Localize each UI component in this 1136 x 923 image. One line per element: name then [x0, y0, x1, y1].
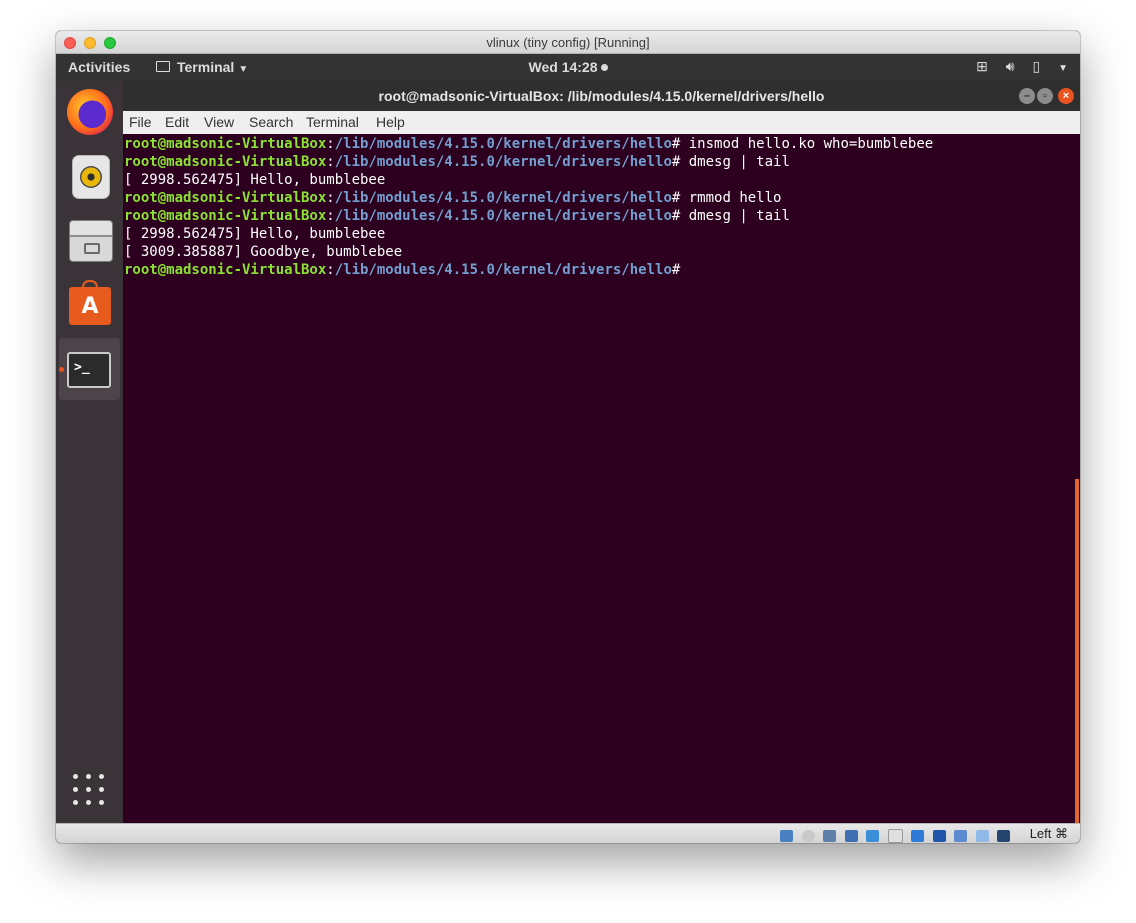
volume-icon: 🔊︎: [1005, 58, 1015, 74]
prompt-user: root@madsonic-VirtualBox: [124, 208, 327, 224]
files-icon: [69, 220, 113, 262]
prompt-user: root@madsonic-VirtualBox: [124, 190, 327, 206]
system-menu-caret-icon: ▼: [1058, 63, 1068, 74]
terminal-scrollbar[interactable]: [1075, 479, 1079, 823]
clock-button[interactable]: Wed 14:28: [56, 59, 1080, 75]
minimize-icon[interactable]: –: [1019, 88, 1035, 104]
running-indicator: [59, 367, 64, 372]
terminal-menubar: File Edit View Search Terminal Help: [123, 111, 1080, 134]
menu-file[interactable]: File: [129, 114, 152, 130]
firefox-icon: [67, 89, 113, 135]
host-window-title: vlinux (tiny config) [Running]: [486, 35, 650, 50]
show-applications-icon[interactable]: [73, 774, 105, 806]
prompt-line: root@madsonic-VirtualBox:/lib/modules/4.…: [124, 190, 782, 206]
terminal-titlebar[interactable]: root@madsonic-VirtualBox: /lib/modules/4…: [123, 81, 1080, 111]
terminal-title: root@madsonic-VirtualBox: /lib/modules/4…: [378, 88, 825, 104]
prompt-user: root@madsonic-VirtualBox: [124, 154, 327, 170]
shared-folders-icon[interactable]: [887, 828, 903, 843]
output-line: [ 2998.562475] Hello, bumblebee: [124, 172, 386, 188]
video-capture-icon[interactable]: [932, 829, 946, 842]
prompt-path: /lib/modules/4.15.0/kernel/drivers/hello: [334, 208, 672, 224]
mouse-integration-icon[interactable]: [975, 829, 989, 842]
audio-icon[interactable]: [823, 829, 837, 842]
dock-item-terminal[interactable]: [59, 338, 120, 400]
dock-item-ubuntu-software[interactable]: [59, 273, 120, 335]
output-line: [ 3009.385887] Goodbye, bumblebee: [124, 244, 403, 260]
clock-label: Wed 14:28: [528, 59, 598, 75]
hard-disk-icon[interactable]: [780, 829, 794, 842]
vbox-device-icons: [776, 827, 1010, 843]
network-icon: ⊞: [976, 58, 988, 74]
prompt-user: root@madsonic-VirtualBox: [124, 262, 327, 278]
dock: [56, 81, 123, 823]
notification-dot-icon: [600, 63, 608, 71]
system-tray[interactable]: ⊞ 🔊︎ ▯ ▼: [962, 58, 1068, 75]
virtualbox-window: vlinux (tiny config) [Running] Activitie…: [56, 31, 1080, 843]
prompt-path: /lib/modules/4.15.0/kernel/drivers/hello: [334, 136, 672, 152]
menu-terminal[interactable]: Terminal: [306, 114, 359, 130]
prompt-path: /lib/modules/4.15.0/kernel/drivers/hello: [334, 154, 672, 170]
keyboard-capture-icon[interactable]: [997, 829, 1010, 842]
command-text: dmesg | tail: [680, 208, 790, 224]
terminal-output[interactable]: root@madsonic-VirtualBox:/lib/modules/4.…: [123, 134, 1080, 823]
cpu-icon[interactable]: [954, 829, 968, 842]
vbox-status-bar: Left ⌘: [56, 823, 1080, 843]
usb-icon[interactable]: [866, 829, 880, 842]
close-icon[interactable]: ×: [1058, 88, 1074, 104]
prompt-user: root@madsonic-VirtualBox: [124, 136, 327, 152]
menu-edit[interactable]: Edit: [165, 114, 189, 130]
battery-icon: ▯: [1032, 58, 1041, 74]
ubuntu-top-panel: Activities Terminal ▼ Wed 14:28 ⊞ 🔊︎ ▯ ▼: [56, 54, 1080, 81]
command-text: insmod hello.ko who=bumblebee: [680, 136, 934, 152]
command-text: rmmod hello: [680, 190, 782, 206]
host-titlebar[interactable]: vlinux (tiny config) [Running]: [56, 31, 1080, 54]
menu-view[interactable]: View: [204, 114, 234, 130]
rhythmbox-icon: [72, 155, 110, 199]
prompt-line: root@madsonic-VirtualBox:/lib/modules/4.…: [124, 208, 790, 224]
ubuntu-software-icon: [69, 280, 111, 325]
host-key-label: Left ⌘: [1029, 826, 1068, 841]
output-line: [ 2998.562475] Hello, bumblebee: [124, 226, 386, 242]
prompt-path: /lib/modules/4.15.0/kernel/drivers/hello: [334, 190, 672, 206]
maximize-icon[interactable]: ▫: [1037, 88, 1053, 104]
optical-drive-icon[interactable]: [801, 829, 815, 842]
menu-search[interactable]: Search: [249, 114, 293, 130]
dock-item-files[interactable]: [59, 209, 120, 271]
prompt-line: root@madsonic-VirtualBox:/lib/modules/4.…: [124, 136, 934, 152]
prompt-line: root@madsonic-VirtualBox:/lib/modules/4.…: [124, 154, 790, 170]
prompt-line: root@madsonic-VirtualBox:/lib/modules/4.…: [124, 262, 681, 278]
dock-item-firefox[interactable]: [59, 81, 120, 143]
terminal-app-icon: [67, 352, 111, 388]
command-text: dmesg | tail: [680, 154, 790, 170]
prompt-path: /lib/modules/4.15.0/kernel/drivers/hello: [334, 262, 672, 278]
menu-help[interactable]: Help: [376, 114, 405, 130]
network-adapter-icon[interactable]: [844, 829, 858, 842]
display-icon[interactable]: [911, 829, 925, 842]
dock-item-rhythmbox[interactable]: [59, 145, 120, 207]
